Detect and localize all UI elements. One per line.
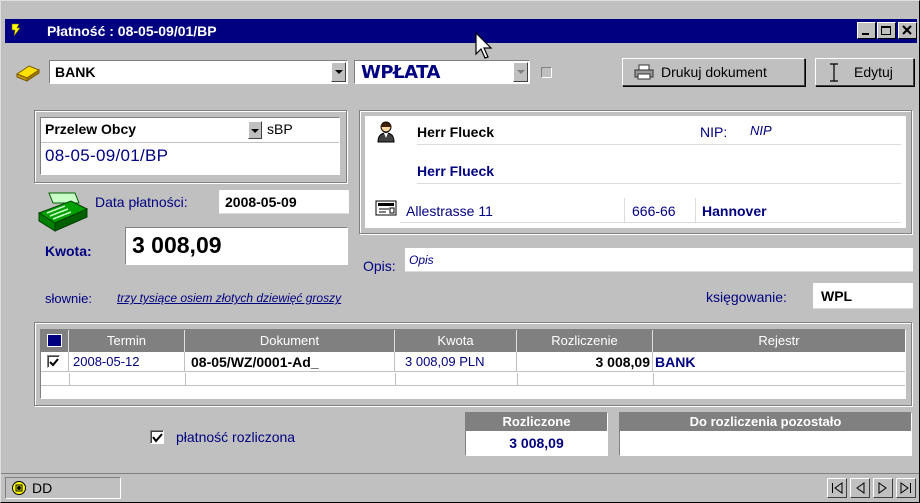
minimize-button[interactable] <box>857 22 876 39</box>
payment-date-value: 2008-05-09 <box>225 194 297 210</box>
close-button[interactable] <box>898 22 917 39</box>
settled-panel: Rozliczone 3 008,09 <box>465 412 608 456</box>
col-dokument[interactable]: Dokument <box>185 330 395 352</box>
nip-value: NIP <box>750 123 772 138</box>
payment-date-label: Data płatności: <box>95 194 188 210</box>
maximize-button[interactable] <box>877 22 896 39</box>
minimize-icon <box>862 33 869 35</box>
title-bar[interactable]: Płatność : 08-05-09/01/BP <box>5 19 917 43</box>
maximize-icon <box>881 26 891 35</box>
description-label: Opis: <box>363 258 396 274</box>
register-value: BANK <box>55 64 96 80</box>
mouse-cursor-icon <box>475 32 493 59</box>
settlement-table: Termin Dokument Kwota Rozliczenie Rejest… <box>40 329 906 399</box>
operation-type-value: WPŁATA <box>361 62 440 83</box>
next-record-icon <box>878 482 887 494</box>
payment-window: Płatność : 08-05-09/01/BP BANK WPŁATA Dr… <box>0 0 920 503</box>
row-currency: PLN <box>459 354 485 369</box>
col-rozliczenie[interactable]: Rozliczenie <box>517 330 653 352</box>
first-record-icon <box>832 482 843 494</box>
document-series: sBP <box>267 121 293 137</box>
remaining-value <box>620 431 911 455</box>
text-cursor-icon <box>830 63 838 82</box>
settlement-table-frame: Termin Dokument Kwota Rozliczenie Rejest… <box>34 322 912 406</box>
col-kwota[interactable]: Kwota <box>395 330 517 352</box>
city: Hannover <box>702 203 767 219</box>
amount-field[interactable]: 3 008,09 <box>125 227 348 265</box>
document-kind: Przelew Obcy <box>45 121 137 137</box>
contractor-name: Herr Flueck <box>417 124 495 140</box>
amount-in-words-value: trzy tysiące osiem złotych dziewięć gros… <box>117 291 342 305</box>
document-number: 08-05-09/01/BP <box>45 146 169 165</box>
contractor-name-2: Herr Flueck <box>417 163 495 179</box>
edit-label: Edytuj <box>854 64 893 80</box>
description-field[interactable]: Opis <box>405 248 913 272</box>
printer-icon <box>634 64 654 80</box>
row-checkbox-cell[interactable] <box>41 352 69 372</box>
print-document-button[interactable]: Drukuj dokument <box>622 58 805 86</box>
document-box: Przelew Obcy sBP 08-05-09/01/BP <box>40 117 340 175</box>
settled-value: 3 008,09 <box>466 431 607 455</box>
address-street: Allestrasse 11 <box>406 203 493 219</box>
table-header: Termin Dokument Kwota Rozliczenie Rejest… <box>41 330 905 352</box>
nip-label: NIP: <box>700 124 728 140</box>
contractor-box: Herr Flueck NIP: NIP Herr Flueck Allestr… <box>365 116 906 228</box>
amount-value: 3 008,09 <box>132 232 222 258</box>
operation-type-combo[interactable]: WPŁATA <box>354 60 530 84</box>
description-value: Opis <box>409 253 434 267</box>
row-termin: 2008-05-12 <box>69 352 185 372</box>
previous-record-button[interactable] <box>850 478 870 498</box>
last-record-button[interactable] <box>896 478 916 498</box>
checkmark-icon <box>152 433 163 443</box>
register-dropdown-button[interactable] <box>331 62 346 82</box>
row-checkbox[interactable] <box>47 355 60 368</box>
register-combo[interactable]: BANK <box>49 60 348 84</box>
settled-title: Rozliczone <box>466 413 607 431</box>
person-icon <box>377 121 395 143</box>
checkmark-icon <box>49 358 59 367</box>
app-icon <box>11 23 21 37</box>
document-kind-dropdown-button[interactable] <box>248 121 262 139</box>
payment-date-field[interactable]: 2008-05-09 <box>219 190 349 214</box>
col-termin[interactable]: Termin <box>69 330 185 352</box>
remaining-title: Do rozliczenia pozostało <box>620 413 911 431</box>
print-document-label: Drukuj dokument <box>661 64 767 80</box>
col-rejestr[interactable]: Rejestr <box>653 330 905 352</box>
user-status-icon <box>12 481 26 495</box>
option-checkbox[interactable] <box>541 67 552 78</box>
posting-value: WPL <box>821 288 853 304</box>
select-all-box[interactable] <box>47 334 62 347</box>
operation-type-dropdown-button <box>513 62 528 82</box>
document-group: Przelew Obcy sBP 08-05-09/01/BP <box>34 110 347 183</box>
row-dokument: 08-05/WZ/0001-Ad_ <box>185 352 395 372</box>
edit-button[interactable]: Edytuj <box>815 58 914 86</box>
select-all-cell[interactable] <box>41 330 69 352</box>
settled-checkbox-label: płatność rozliczona <box>176 429 296 445</box>
next-record-button[interactable] <box>873 478 893 498</box>
row-kwota: 3 008,09 PLN <box>395 352 517 372</box>
postal-code: 666-66 <box>632 203 676 219</box>
empty-row <box>41 373 905 386</box>
last-record-icon <box>900 482 911 494</box>
settled-checkbox[interactable] <box>150 430 164 444</box>
status-user: DD <box>32 480 53 496</box>
previous-record-icon <box>856 482 865 494</box>
first-record-button[interactable] <box>827 478 847 498</box>
amount-label: Kwota: <box>45 243 92 259</box>
cash-register-icon <box>37 192 89 232</box>
table-row[interactable]: 2008-05-12 08-05/WZ/0001-Ad_ 3 008,09 PL… <box>41 352 905 372</box>
row-rejestr: BANK <box>655 354 696 370</box>
status-user-panel: DD <box>5 477 121 499</box>
close-icon <box>902 25 912 35</box>
row-rozliczenie: 3 008,09 <box>517 352 653 372</box>
address-card-icon <box>375 200 397 216</box>
posting-label: księgowanie: <box>706 289 787 305</box>
row-kwota-value: 3 008,09 <box>405 354 456 369</box>
window-title: Płatność : 08-05-09/01/BP <box>47 23 217 39</box>
contractor-group: Herr Flueck NIP: NIP Herr Flueck Allestr… <box>359 110 912 234</box>
posting-field[interactable]: WPL <box>813 283 913 309</box>
amount-in-words-label: słownie: <box>45 291 92 306</box>
remaining-panel: Do rozliczenia pozostało <box>619 412 912 456</box>
bank-icon <box>15 65 41 82</box>
